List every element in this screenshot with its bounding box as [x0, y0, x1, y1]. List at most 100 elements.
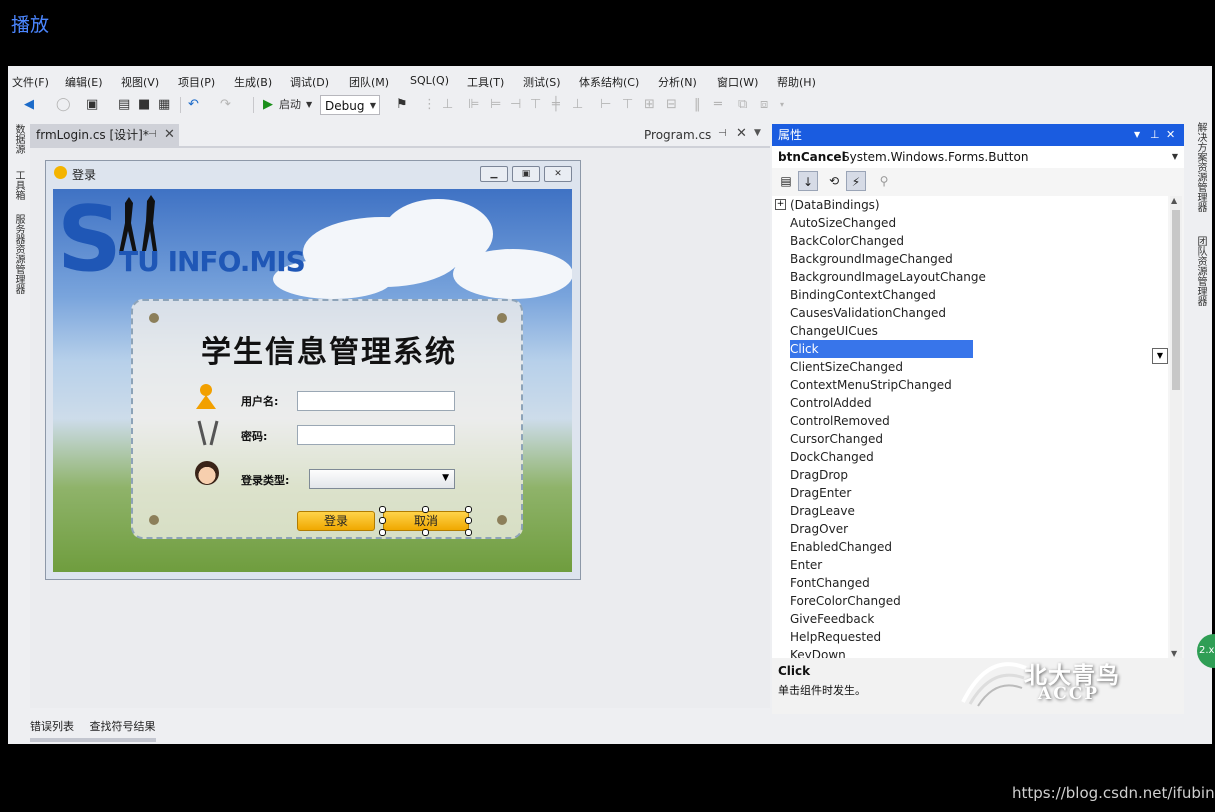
- username-input[interactable]: [297, 391, 455, 411]
- solution-explorer-tab[interactable]: 解决方案资源管理器: [1193, 122, 1208, 212]
- close-icon[interactable]: ✕: [1166, 124, 1175, 146]
- scroll-down-icon[interactable]: ▼: [1171, 649, 1177, 658]
- start-label[interactable]: 启动: [279, 97, 301, 113]
- send-back-icon[interactable]: ⧈: [760, 97, 768, 113]
- save-icon[interactable]: ■: [138, 97, 150, 113]
- chevron-down-icon[interactable]: ▼: [1134, 124, 1140, 146]
- start-debug-icon[interactable]: ▶: [263, 97, 273, 113]
- resize-handle[interactable]: [379, 517, 386, 524]
- list-item[interactable]: ForeColorChanged: [790, 592, 901, 610]
- resize-handle[interactable]: [465, 517, 472, 524]
- chevron-down-icon[interactable]: ▼: [754, 128, 761, 138]
- team-explorer-tab[interactable]: 团队资源管理器: [1193, 236, 1208, 306]
- align-top-icon[interactable]: ⊤: [530, 97, 541, 113]
- chevron-down-icon[interactable]: ▼: [1152, 348, 1168, 364]
- list-item[interactable]: DragLeave: [790, 502, 855, 520]
- resize-handle[interactable]: [422, 506, 429, 513]
- properties-icon[interactable]: ⟲: [824, 171, 844, 191]
- hspacing-icon[interactable]: ‖: [694, 97, 701, 113]
- menu-project[interactable]: 项目(P): [178, 74, 215, 90]
- back-icon[interactable]: ◀: [24, 97, 34, 113]
- login-button[interactable]: 登录: [297, 511, 375, 531]
- object-selector[interactable]: btnCancel System.Windows.Forms.Button ▼: [772, 146, 1184, 168]
- redo-icon[interactable]: ↷: [220, 97, 231, 113]
- chevron-down-icon[interactable]: ▼: [306, 97, 312, 113]
- resize-handle[interactable]: [379, 529, 386, 536]
- align-center-icon[interactable]: ⊨: [490, 97, 501, 113]
- maximize-icon[interactable]: ▣: [512, 166, 540, 182]
- bring-front-icon[interactable]: ⧉: [738, 97, 747, 113]
- list-item[interactable]: DockChanged: [790, 448, 874, 466]
- play-label[interactable]: 播放: [11, 10, 49, 37]
- make-same-size-icon[interactable]: ⊞: [644, 97, 655, 113]
- list-item-selected[interactable]: Click: [790, 340, 973, 358]
- resize-handle[interactable]: [422, 529, 429, 536]
- server-explorer-tab[interactable]: 服务器资源管理器: [11, 214, 26, 294]
- menu-test[interactable]: 测试(S): [523, 74, 561, 90]
- toolbox-tab[interactable]: 工具箱: [11, 170, 26, 200]
- tab-find-symbol-results[interactable]: 查找符号结果: [90, 720, 156, 733]
- list-item[interactable]: CursorChanged: [790, 430, 883, 448]
- menu-tools[interactable]: 工具(T): [467, 74, 504, 90]
- tab-frmlogin-design[interactable]: frmLogin.cs [设计]* ⊣ ✕: [30, 124, 179, 146]
- tab-error-list[interactable]: 错误列表: [30, 720, 74, 733]
- align-bottom-icon[interactable]: ⊥: [572, 97, 583, 113]
- solution-config-select[interactable]: Debug ▼: [320, 95, 380, 115]
- uncomment-icon[interactable]: ⊥: [442, 97, 453, 113]
- password-input[interactable]: [297, 425, 455, 445]
- menu-build[interactable]: 生成(B): [234, 74, 272, 90]
- comment-icon[interactable]: ⋮: [423, 97, 436, 113]
- make-same-height-icon[interactable]: ⊤: [622, 97, 633, 113]
- align-middle-icon[interactable]: ╪: [552, 97, 560, 113]
- align-right-icon[interactable]: ⊣: [510, 97, 521, 113]
- menu-view[interactable]: 视图(V): [121, 74, 159, 90]
- list-item[interactable]: HelpRequested: [790, 628, 881, 646]
- scroll-up-icon[interactable]: ▲: [1171, 196, 1177, 205]
- minimize-icon[interactable]: ▁: [480, 166, 508, 182]
- list-item[interactable]: ControlAdded: [790, 394, 872, 412]
- expand-icon[interactable]: +: [775, 199, 786, 210]
- close-icon[interactable]: ✕: [544, 166, 572, 182]
- forward-icon[interactable]: ◯: [56, 97, 71, 113]
- cancel-button[interactable]: 取消: [383, 511, 469, 531]
- list-item[interactable]: FontChanged: [790, 574, 870, 592]
- save-all-icon[interactable]: ▦: [158, 97, 170, 113]
- close-icon[interactable]: ✕: [736, 126, 747, 141]
- align-left-icon[interactable]: ⊫: [468, 97, 479, 113]
- new-project-icon[interactable]: ▣: [86, 97, 98, 113]
- login-form-window[interactable]: 登录 ▁ ▣ ✕ S TU INFO.MIS 学生信息管理系统 用户名: 密码:…: [45, 160, 581, 580]
- alphabetical-icon[interactable]: ↓: [798, 171, 818, 191]
- list-item[interactable]: Enter: [790, 556, 822, 574]
- pin-icon[interactable]: ⊣: [148, 124, 157, 146]
- menu-help[interactable]: 帮助(H): [777, 74, 816, 90]
- menu-file[interactable]: 文件(F): [12, 74, 49, 90]
- list-item[interactable]: ContextMenuStripChanged: [790, 376, 952, 394]
- resize-handle[interactable]: [465, 529, 472, 536]
- list-item[interactable]: BackColorChanged: [790, 232, 904, 250]
- list-item[interactable]: ClientSizeChanged: [790, 358, 903, 376]
- list-item[interactable]: ControlRemoved: [790, 412, 890, 430]
- close-icon[interactable]: ✕: [164, 124, 175, 146]
- menu-architecture[interactable]: 体系结构(C): [579, 74, 639, 90]
- event-list-scrollbar[interactable]: ▲ ▼: [1170, 196, 1182, 658]
- menu-sql[interactable]: SQL(Q): [410, 74, 449, 87]
- list-item[interactable]: CausesValidationChanged: [790, 304, 946, 322]
- data-sources-tab[interactable]: 数据源: [11, 124, 26, 154]
- list-item[interactable]: BackgroundImageLayoutChange: [790, 268, 986, 286]
- property-pages-icon[interactable]: ⚲: [874, 171, 894, 191]
- pin-icon[interactable]: ⊣: [718, 128, 727, 139]
- list-item[interactable]: AutoSizeChanged: [790, 214, 896, 232]
- list-item[interactable]: GiveFeedback: [790, 610, 874, 628]
- list-item[interactable]: BindingContextChanged: [790, 286, 936, 304]
- make-same-width-icon[interactable]: ⊢: [600, 97, 611, 113]
- login-type-select[interactable]: ▼: [309, 469, 455, 489]
- grid-icon[interactable]: ⊟: [666, 97, 677, 113]
- pin-icon[interactable]: ⊥: [1150, 124, 1160, 146]
- list-item[interactable]: KeyDown: [790, 646, 846, 658]
- list-item[interactable]: EnabledChanged: [790, 538, 892, 556]
- menu-window[interactable]: 窗口(W): [717, 74, 758, 90]
- undo-icon[interactable]: ↶: [188, 97, 199, 113]
- tab-program-cs[interactable]: Program.cs: [644, 124, 711, 146]
- list-item[interactable]: ChangeUICues: [790, 322, 878, 340]
- list-item[interactable]: DragDrop: [790, 466, 848, 484]
